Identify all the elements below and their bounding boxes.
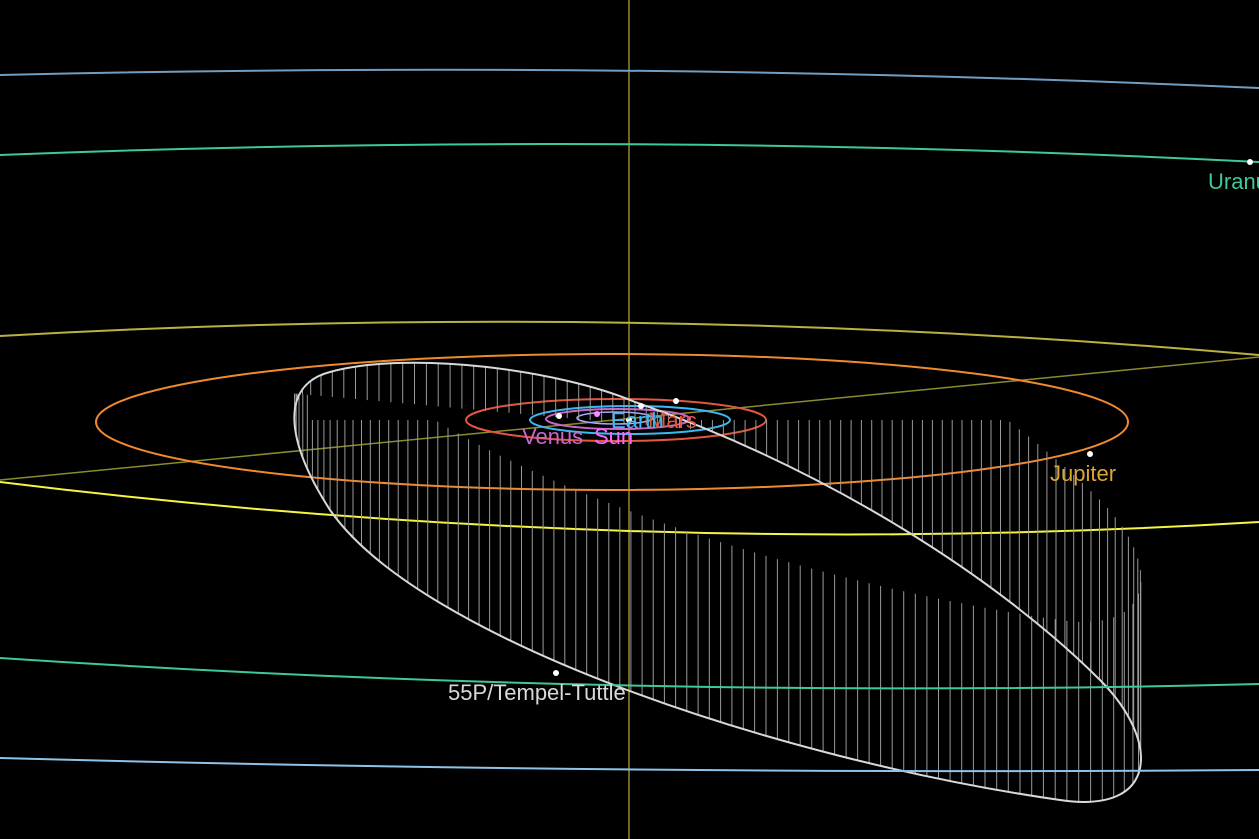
- uranus-marker[interactable]: [1247, 159, 1253, 165]
- comet-marker[interactable]: [553, 670, 559, 676]
- sun-label: Sun: [594, 424, 633, 449]
- jupiter-label: Jupiter: [1050, 461, 1116, 486]
- venus-marker[interactable]: [556, 413, 562, 419]
- comet-label: 55P/Tempel-Tuttle: [448, 680, 626, 705]
- venus-label: Venus: [522, 424, 583, 449]
- orbit-view[interactable]: Uranus Jupiter Mars Earth Venus Sun 55P/…: [0, 0, 1259, 839]
- mercury-marker[interactable]: [594, 411, 600, 417]
- jupiter-marker[interactable]: [1087, 451, 1093, 457]
- uranus-label: Uranus: [1208, 169, 1259, 194]
- mars-marker[interactable]: [673, 398, 679, 404]
